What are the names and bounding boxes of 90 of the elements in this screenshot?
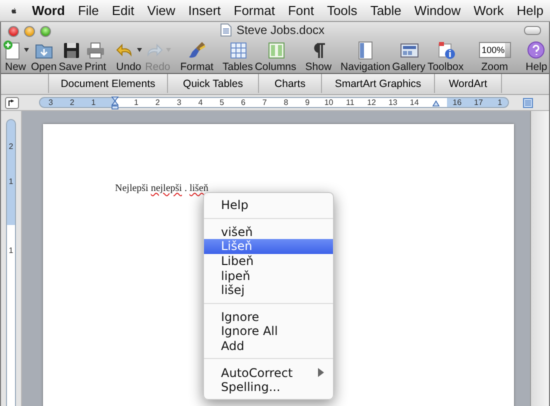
menu-item[interactable]: Lišeň [204, 239, 333, 254]
ruler-number: 12 [367, 98, 376, 107]
table-grid-icon[interactable] [228, 40, 248, 60]
document-add-icon[interactable] [2, 40, 22, 60]
ruler-number: 1 [498, 98, 502, 107]
ribbon-tab[interactable]: Document Elements [48, 74, 167, 93]
menu-item[interactable]: Window [408, 3, 468, 18]
menu-item[interactable]: lipeň [204, 268, 333, 283]
toolbar-button[interactable]: Help [524, 40, 548, 73]
ruler-number: 4 [198, 98, 203, 107]
ruler-number: 1 [8, 246, 14, 255]
ruler-number: 14 [410, 98, 419, 107]
dropdown-arrow-icon[interactable] [24, 48, 29, 52]
window-title: Steve Jobs.docx [236, 23, 325, 37]
ruler-number: 7 [262, 98, 267, 107]
ribbon-tab[interactable]: WordArt [434, 74, 502, 93]
menu-item[interactable]: Libeň [204, 254, 333, 268]
indent-marker-icon[interactable] [110, 96, 119, 110]
tab-selector-icon[interactable] [5, 96, 19, 108]
ruler-number: 10 [324, 98, 334, 107]
toolbar-button[interactable]: Format [179, 40, 214, 73]
toolbar-button[interactable]: Show [304, 40, 333, 73]
menu-item[interactable]: Table [364, 3, 408, 18]
columns-icon[interactable] [266, 40, 286, 60]
toolbar-button[interactable]: Undo [114, 40, 144, 73]
scrollbar[interactable] [530, 111, 549, 406]
horizontal-ruler[interactable]: 3 2 1 1 2 3 4 5 6 7 8 9 10 11 12 13 14 16 17 1 [39, 97, 509, 108]
menu-item[interactable]: Work [467, 3, 510, 18]
menu-item[interactable]: Format [227, 3, 282, 18]
split-view-icon[interactable] [523, 98, 533, 108]
ruler-number: 16 [452, 98, 462, 107]
menu-item[interactable]: Spelling... [204, 380, 333, 395]
ribbon-tab[interactable]: Quick Tables [167, 74, 258, 93]
toolbar-button[interactable]: New [1, 40, 30, 73]
toolbar-button[interactable]: Print [84, 40, 108, 73]
toolbar-button[interactable]: Navigation [340, 40, 392, 73]
printer-icon[interactable] [85, 40, 106, 60]
ribbon-tab[interactable]: SmartArt Graphics [321, 74, 434, 93]
dropdown-arrow-icon[interactable] [137, 48, 142, 52]
menu-item[interactable]: Ignore [204, 310, 333, 324]
toolbar-button[interactable]: Tables [221, 40, 254, 73]
menu-item[interactable]: višeň [204, 224, 333, 240]
close-button[interactable] [8, 26, 19, 36]
menu-item[interactable]: AutoCorrect [204, 365, 333, 380]
paintbrush-icon[interactable] [186, 40, 207, 60]
toolbar-button[interactable]: Toolbox [426, 40, 465, 73]
ruler-number: 6 [240, 98, 246, 107]
menu-item[interactable]: Insert [182, 3, 228, 18]
menu-item[interactable]: Add [204, 338, 333, 354]
menu-item[interactable]: Help [510, 3, 550, 18]
ruler-number: 1 [134, 98, 138, 107]
ruler-number: 2 [70, 98, 74, 107]
toolbar-button[interactable]: Gallery [391, 40, 426, 73]
ruler-number: 2 [8, 142, 14, 151]
minimize-button[interactable] [24, 26, 35, 36]
menu-item[interactable]: View [140, 3, 182, 18]
ruler-number: 3 [48, 98, 53, 107]
menu-item[interactable]: lišej [204, 282, 333, 298]
document-text: Nejlepši nejlepši . lišeň [115, 183, 208, 194]
zoom-label: Zoom [481, 61, 508, 73]
ruler-number: 1 [91, 98, 96, 107]
menu-item[interactable]: Font [281, 3, 320, 18]
ribbon-tab[interactable]: Charts [258, 74, 321, 93]
info-toolbox-icon[interactable] [436, 40, 456, 60]
help-icon[interactable] [526, 40, 546, 60]
toolbar-button[interactable]: Open [30, 40, 58, 73]
menu-item[interactable]: File [71, 3, 106, 18]
app-menu[interactable]: Word [26, 3, 72, 18]
menu-item[interactable]: Edit [105, 3, 141, 18]
menu-item[interactable]: Tools [320, 3, 364, 18]
ruler-number: 9 [305, 98, 310, 107]
submenu-arrow-icon [318, 368, 324, 378]
vertical-ruler[interactable]: 2 1 1 [6, 119, 16, 406]
ruler-number: 3 [176, 98, 182, 107]
ruler-number: 5 [220, 98, 224, 107]
ruler-number: 2 [155, 98, 160, 107]
zoom-field[interactable]: 100% [478, 42, 511, 58]
ruler-number: 13 [388, 98, 398, 107]
toolbar-button[interactable]: Save [58, 40, 84, 73]
toolbar-button[interactable]: Columns [254, 40, 298, 73]
toolbar-toggle-button[interactable] [524, 26, 541, 34]
zoom-button[interactable] [40, 26, 51, 36]
document-icon [220, 23, 232, 37]
menu-item[interactable]: Ignore All [204, 324, 333, 339]
ruler-number: 17 [474, 98, 483, 107]
ruler-number: 8 [284, 98, 288, 107]
ruler-number: 1 [8, 177, 14, 186]
indent-marker-icon[interactable] [432, 98, 440, 106]
menu-item[interactable]: Help [204, 198, 333, 213]
ruler-number: 11 [346, 98, 354, 107]
